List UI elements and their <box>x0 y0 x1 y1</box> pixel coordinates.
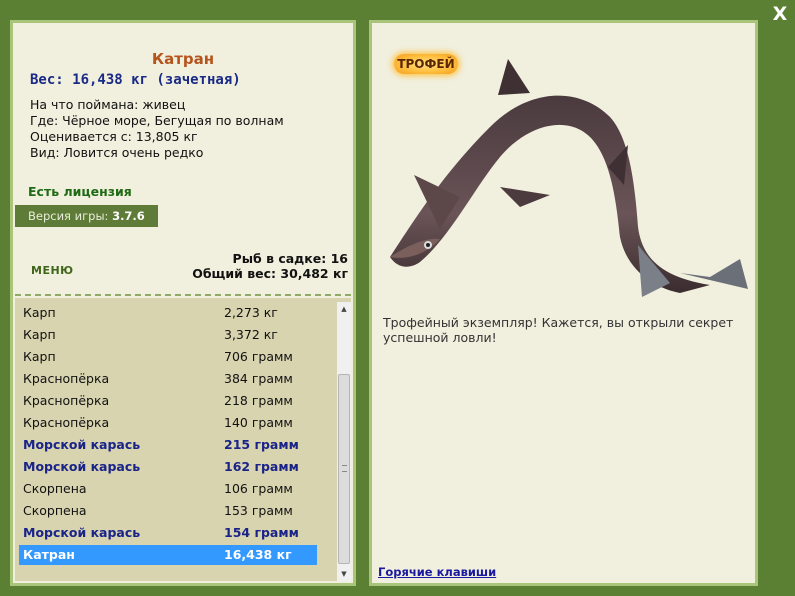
catch-list: Карп 2,273 кг Карп 3,372 кг Карп 706 гра… <box>15 298 351 581</box>
list-scrollbar[interactable]: ▲ ▼ <box>337 302 351 581</box>
version-bar: Версия игры: 3.7.6 <box>15 205 158 227</box>
catch-name: Краснопёрка <box>23 415 110 430</box>
fish-count: Рыб в садке: 16 <box>232 251 348 266</box>
catch-weight: 218 грамм <box>224 393 293 408</box>
scroll-thumb[interactable] <box>338 374 350 564</box>
close-button[interactable]: X <box>770 4 790 24</box>
trophy-message: Трофейный экземпляр! Кажется, вы открыли… <box>383 315 734 345</box>
total-weight: Общий вес: 30,482 кг <box>192 266 348 281</box>
catch-row[interactable]: Карп 706 грамм <box>19 347 317 367</box>
catch-row[interactable]: Краснопёрка 218 грамм <box>19 391 317 411</box>
shark-image <box>390 59 748 297</box>
catch-name: Карп <box>23 327 56 342</box>
valued-info: Оценивается с: 13,805 кг <box>30 129 198 144</box>
catch-weight: 384 грамм <box>224 371 293 386</box>
fish-name: Катран <box>151 50 215 68</box>
catch-row[interactable]: Краснопёрка 384 грамм <box>19 369 317 389</box>
catch-row-selected[interactable]: Катран 16,438 кг <box>19 545 317 565</box>
catch-weight: 154 грамм <box>224 525 299 540</box>
catch-name: Краснопёрка <box>23 371 110 386</box>
hotkeys-link[interactable]: Горячие клавиши <box>378 565 496 579</box>
catch-name: Катран <box>23 547 75 562</box>
catch-row[interactable]: Морской карась 154 грамм <box>19 523 317 543</box>
catch-weight: 3,372 кг <box>224 327 278 342</box>
catch-row[interactable]: Скорпена 106 грамм <box>19 479 317 499</box>
catch-weight: 162 грамм <box>224 459 299 474</box>
catch-row[interactable]: Морской карась 215 грамм <box>19 435 317 455</box>
catch-weight: 153 грамм <box>224 503 293 518</box>
license-status: Есть лицензия <box>28 184 132 199</box>
divider <box>15 294 351 296</box>
catch-weight: 106 грамм <box>224 481 293 496</box>
catch-name: Морской карась <box>23 437 141 452</box>
catch-name: Морской карась <box>23 525 141 540</box>
catch-row[interactable]: Карп 2,273 кг <box>19 303 317 323</box>
bait-info: На что поймана: живец <box>30 97 186 112</box>
place-info: Где: Чёрное море, Бегущая по волнам <box>30 113 284 128</box>
scroll-down-icon[interactable]: ▼ <box>337 567 351 581</box>
catch-name: Карп <box>23 349 56 364</box>
kind-info: Вид: Ловится очень редко <box>30 145 204 160</box>
catch-weight: 140 грамм <box>224 415 293 430</box>
catch-row[interactable]: Скорпена 153 грамм <box>19 501 317 521</box>
scroll-up-icon[interactable]: ▲ <box>337 302 351 316</box>
catch-name: Краснопёрка <box>23 393 110 408</box>
trophy-badge: ТРОФЕЙ <box>394 54 458 74</box>
catch-row[interactable]: Карп 3,372 кг <box>19 325 317 345</box>
grip-icon <box>342 465 347 472</box>
catch-name: Карп <box>23 305 56 320</box>
catch-weight: 2,273 кг <box>224 305 278 320</box>
menu-button[interactable]: МЕНЮ <box>31 264 74 277</box>
trophy-panel: ТРОФЕЙ Трофейный экземпляр! Кажется, вы … <box>369 20 758 586</box>
fish-weight: Вес: 16,438 кг (зачетная) <box>30 72 241 88</box>
catch-weight: 215 грамм <box>224 437 299 452</box>
catch-name: Морской карась <box>23 459 141 474</box>
version-label: Версия игры: <box>28 209 109 223</box>
catch-weight: 706 грамм <box>224 349 293 364</box>
catch-weight: 16,438 кг <box>224 547 292 562</box>
catch-row[interactable]: Краснопёрка 140 грамм <box>19 413 317 433</box>
catch-row[interactable]: Морской карась 162 грамм <box>19 457 317 477</box>
fish-info-panel: Катран Вес: 16,438 кг (зачетная) На что … <box>10 20 356 586</box>
version-value: 3.7.6 <box>112 209 145 223</box>
catch-name: Скорпена <box>23 481 87 496</box>
catch-name: Скорпена <box>23 503 87 518</box>
